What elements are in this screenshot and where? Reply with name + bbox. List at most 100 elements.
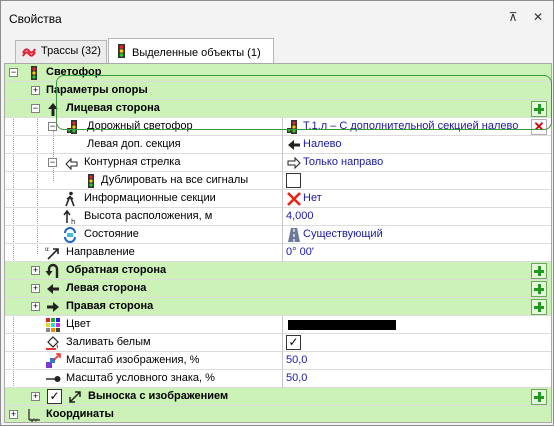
row-value[interactable]: 0° 00'	[286, 246, 314, 258]
row-left-side[interactable]: + Левая сторона	[5, 280, 551, 298]
row-label: Масштаб условного знака, %	[66, 372, 215, 384]
row-label: Высота расположения, м	[84, 210, 213, 222]
row-duplicate[interactable]: Дублировать на все сигналы	[5, 172, 551, 190]
expand-toggle[interactable]: +	[31, 284, 40, 293]
row-value[interactable]: 50,0	[286, 372, 307, 384]
row-value[interactable]: 4,000	[286, 210, 314, 222]
fill-white-checkbox[interactable]: ✓	[286, 335, 301, 350]
row-callout[interactable]: + ✓ Выноска с изображением	[5, 388, 551, 406]
row-label: Дорожный светофор	[87, 120, 193, 132]
u-turn-icon	[45, 263, 59, 278]
row-support-params[interactable]: + Параметры опоры	[5, 82, 551, 100]
svg-text:h: h	[71, 218, 75, 225]
row-label: Левая доп. секция	[87, 138, 181, 150]
palette-icon	[46, 318, 60, 332]
add-button[interactable]	[531, 389, 547, 405]
properties-window: Свойства ⊼ ✕ Трассы (32) Выделенные объе…	[0, 0, 554, 426]
row-value[interactable]: Только направо	[303, 156, 383, 168]
traffic-light-icon	[67, 120, 77, 134]
row-value[interactable]: Существующий	[303, 228, 383, 240]
tab-selected-label: Выделенные объекты (1)	[132, 47, 261, 59]
close-icon[interactable]: ✕	[531, 10, 545, 24]
column-divider	[282, 208, 283, 226]
column-divider	[282, 172, 283, 190]
arrow-left-icon	[288, 140, 300, 150]
row-state[interactable]: Состояние Существующий	[5, 226, 551, 244]
tab-routes-label: Трассы (32)	[41, 45, 101, 57]
road-icon	[288, 228, 300, 242]
route-icon	[22, 48, 36, 57]
pin-icon[interactable]: ⊼	[506, 10, 520, 24]
image-scale-icon	[46, 353, 61, 368]
arrow-left-icon	[47, 284, 59, 294]
row-fill-white[interactable]: Заливать белым ✓	[5, 334, 551, 352]
tab-selected-objects[interactable]: Выделенные объекты (1)	[108, 38, 274, 64]
traffic-light-icon	[118, 44, 125, 58]
row-color[interactable]: Цвет	[5, 316, 551, 334]
row-label: Лицевая сторона	[66, 102, 160, 114]
row-symbol-scale[interactable]: Масштаб условного знака, % 50,0	[5, 370, 551, 388]
column-divider	[282, 352, 283, 370]
column-divider	[282, 316, 283, 334]
tab-routes[interactable]: Трассы (32)	[15, 40, 107, 63]
collapse-toggle[interactable]: −	[48, 158, 57, 167]
column-divider	[282, 118, 283, 136]
expand-toggle[interactable]: +	[31, 302, 40, 311]
state-icon	[64, 227, 76, 243]
row-label: Масштаб изображения, %	[66, 354, 200, 366]
add-button[interactable]	[531, 299, 547, 315]
column-divider	[282, 136, 283, 154]
traffic-light-icon	[88, 174, 94, 188]
expand-toggle[interactable]: +	[31, 266, 40, 275]
row-label: Левая сторона	[66, 282, 147, 294]
column-divider	[282, 190, 283, 208]
row-direction[interactable]: α Направление 0° 00'	[5, 244, 551, 262]
expand-toggle[interactable]: +	[9, 410, 18, 419]
collapse-toggle[interactable]: −	[31, 104, 40, 113]
row-road-light[interactable]: − Дорожный светофор Т.1.л – С дополнител…	[5, 118, 551, 136]
row-label: Параметры опоры	[46, 84, 148, 96]
height-icon: h	[63, 209, 75, 225]
contour-arrow-right-icon	[287, 156, 301, 170]
add-button[interactable]	[531, 281, 547, 297]
row-coordinates[interactable]: + XY Координаты	[5, 406, 551, 422]
row-value[interactable]: Нет	[303, 192, 322, 204]
expand-toggle[interactable]: +	[31, 392, 40, 401]
row-traffic-light[interactable]: − Светофор	[5, 64, 551, 82]
color-swatch[interactable]	[288, 320, 396, 330]
fill-bucket-icon	[46, 336, 59, 350]
window-title: Свойства	[9, 12, 62, 26]
collapse-toggle[interactable]: −	[9, 68, 18, 77]
row-label: Состояние	[84, 228, 139, 240]
row-label: Контурная стрелка	[84, 156, 181, 168]
row-contour-arrow[interactable]: − Контурная стрелка Только направо	[5, 154, 551, 172]
row-label: Цвет	[66, 318, 91, 330]
add-button[interactable]	[531, 263, 547, 279]
row-label: Светофор	[46, 66, 102, 78]
callout-checkbox[interactable]: ✓	[47, 389, 62, 404]
row-value[interactable]: Т.1.л – С дополнительной секцией налево	[303, 120, 518, 132]
row-left-section[interactable]: Левая доп. секция Налево	[5, 136, 551, 154]
row-value[interactable]: 50,0	[286, 354, 307, 366]
row-label: Направление	[66, 246, 135, 258]
collapse-toggle[interactable]: −	[48, 122, 57, 131]
row-front-side[interactable]: − Лицевая сторона	[5, 100, 551, 118]
arrow-right-icon	[47, 302, 59, 312]
svg-text:α: α	[45, 246, 49, 253]
column-divider	[282, 334, 283, 352]
column-divider	[282, 226, 283, 244]
property-grid: − Светофор + Параметры опоры − Лицевая с…	[4, 63, 552, 423]
row-height[interactable]: h Высота расположения, м 4,000	[5, 208, 551, 226]
expand-toggle[interactable]: +	[31, 86, 40, 95]
delete-button[interactable]: ✕	[531, 119, 547, 135]
row-value[interactable]: Налево	[303, 138, 341, 150]
row-image-scale[interactable]: Масштаб изображения, % 50,0	[5, 352, 551, 370]
coordinates-icon: XY	[28, 409, 40, 422]
add-button[interactable]	[531, 101, 547, 117]
symbol-scale-icon	[46, 376, 61, 382]
row-right-side[interactable]: + Правая сторона	[5, 298, 551, 316]
row-label: Обратная сторона	[66, 264, 167, 276]
row-back-side[interactable]: + Обратная сторона	[5, 262, 551, 280]
row-info-sections[interactable]: Информационные секции Нет	[5, 190, 551, 208]
duplicate-checkbox[interactable]	[286, 173, 301, 188]
